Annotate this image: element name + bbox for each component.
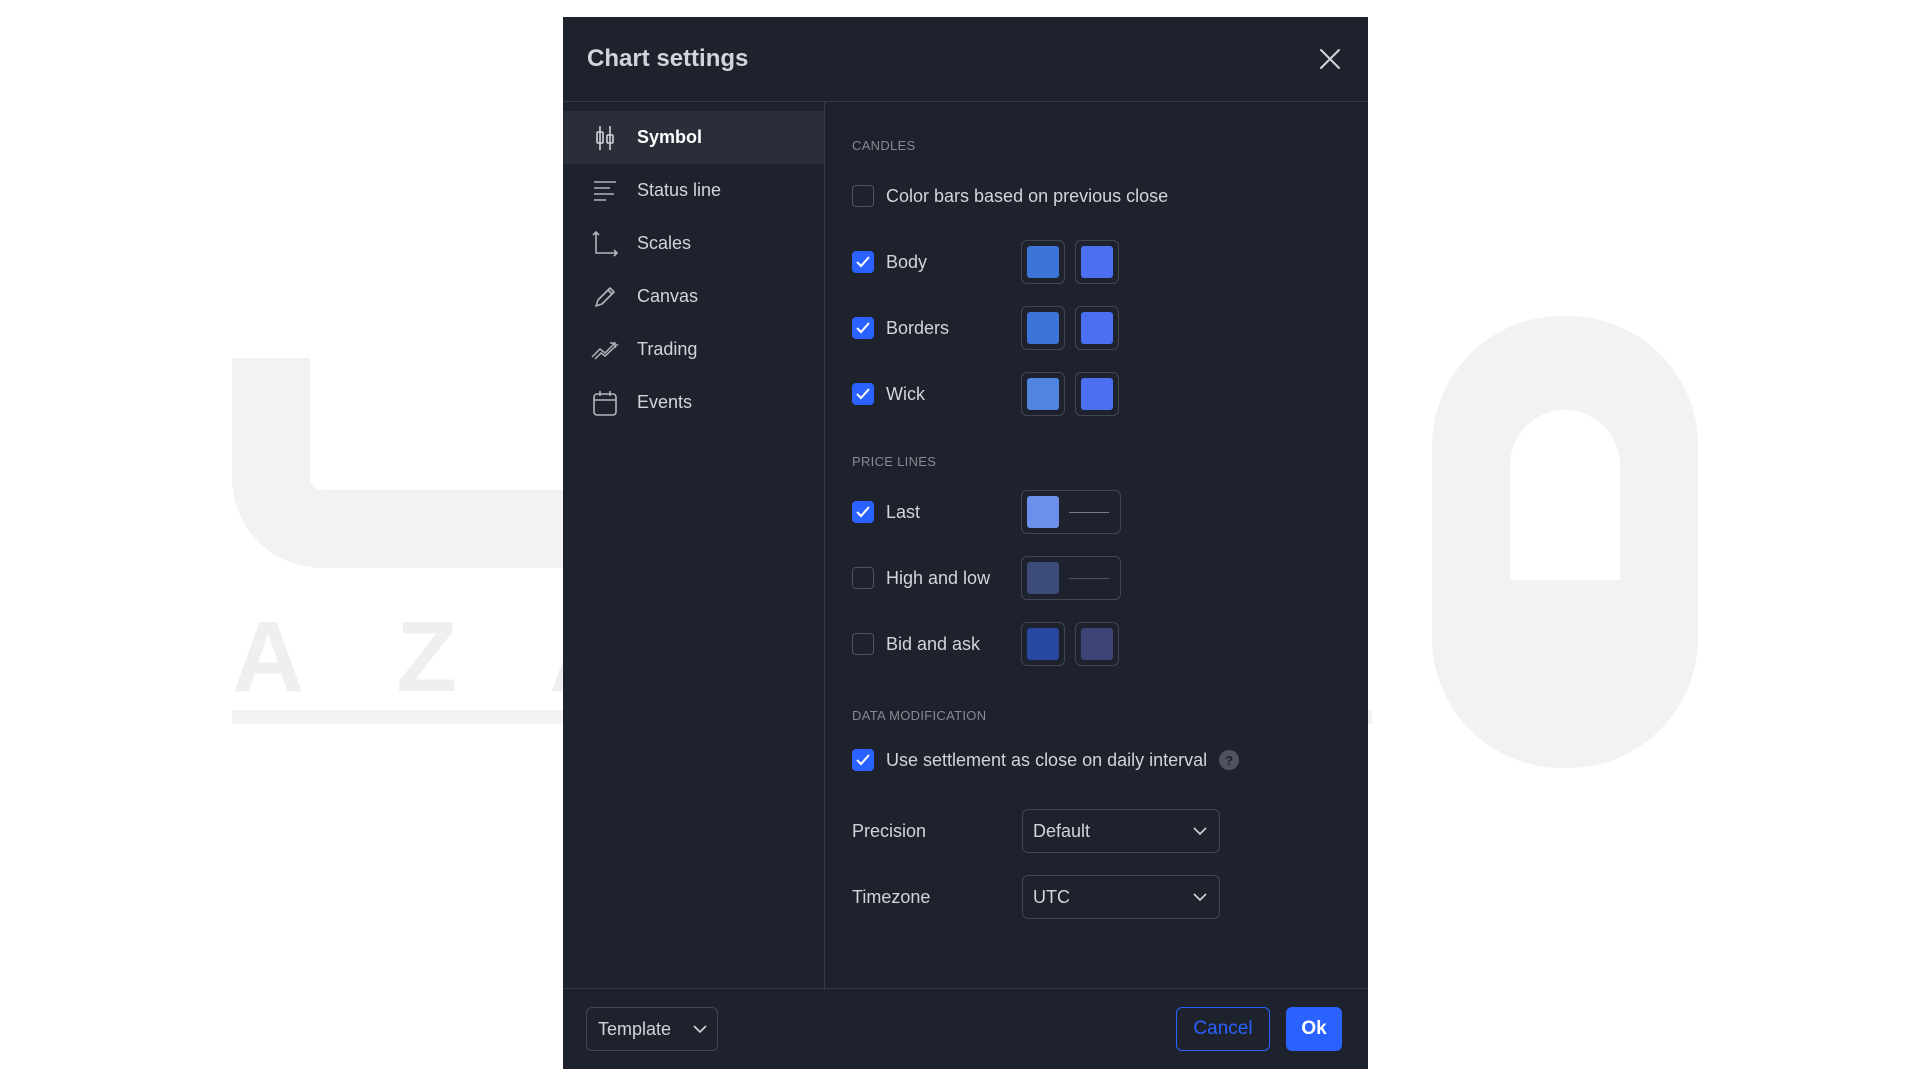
last-row: Last <box>852 490 1368 534</box>
color-swatch <box>1027 312 1059 344</box>
borders-up-color-button[interactable] <box>1021 306 1065 350</box>
template-label: Template <box>598 1018 672 1039</box>
borders-label: Borders <box>886 317 950 338</box>
sidebar-item-label: Trading <box>637 339 698 359</box>
body-down-color-button[interactable] <box>1075 240 1119 284</box>
chevron-down-icon <box>1193 827 1207 835</box>
sidebar-item-label: Scales <box>637 233 692 253</box>
checkmark-icon <box>856 754 870 766</box>
settlement-row: Use settlement as close on daily interva… <box>852 742 1368 778</box>
symbol-settings-panel: CANDLES Color bars based on previous clo… <box>825 102 1368 990</box>
sidebar-item-events[interactable]: Events <box>563 376 824 429</box>
cancel-button[interactable]: Cancel <box>1176 1007 1270 1051</box>
chevron-down-icon <box>1193 893 1207 901</box>
wick-down-color-button[interactable] <box>1075 372 1119 416</box>
color-swatch <box>1081 378 1113 410</box>
last-checkbox[interactable] <box>852 501 874 523</box>
body-row: Body <box>852 240 1368 284</box>
color-swatch <box>1081 312 1113 344</box>
sidebar-item-label: Canvas <box>637 286 699 306</box>
timezone-value: UTC <box>1033 886 1070 907</box>
color-swatch <box>1027 562 1059 594</box>
chevron-down-icon <box>693 1025 707 1033</box>
color-swatch <box>1027 628 1059 660</box>
status-line-icon <box>591 177 619 205</box>
dialog-footer: Template Cancel Ok <box>563 988 1368 1069</box>
bid-ask-row: Bid and ask <box>852 622 1368 666</box>
last-line-style-button[interactable] <box>1021 490 1121 534</box>
sidebar-item-scales[interactable]: Scales <box>563 217 824 270</box>
settlement-checkbox[interactable] <box>852 749 874 771</box>
body-label: Body <box>886 251 928 272</box>
sidebar-item-trading[interactable]: Trading <box>563 323 824 376</box>
checkmark-icon <box>856 388 870 400</box>
line-style-preview <box>1069 577 1109 579</box>
dialog-body: Symbol Status line Scales Canvas Trading… <box>563 102 1368 990</box>
checkmark-icon <box>856 506 870 518</box>
close-icon <box>1320 49 1340 69</box>
sidebar-item-label: Symbol <box>637 127 703 147</box>
high-low-row: High and low <box>852 556 1368 600</box>
color-bars-label: Color bars based on previous close <box>886 185 1169 206</box>
settlement-label: Use settlement as close on daily interva… <box>886 749 1208 770</box>
candlestick-icon <box>591 124 619 152</box>
data-modification-section-title: DATA MODIFICATION <box>852 708 987 723</box>
pencil-icon <box>591 283 619 311</box>
line-style-preview <box>1069 511 1109 513</box>
sidebar-item-label: Events <box>637 392 693 412</box>
chart-settings-dialog: Chart settings Symbol Status line Scales… <box>563 17 1368 1069</box>
bid-ask-label: Bid and ask <box>886 633 981 654</box>
footer-actions: Cancel Ok <box>1176 1007 1342 1051</box>
borders-down-color-button[interactable] <box>1075 306 1119 350</box>
high-low-label: High and low <box>886 567 991 588</box>
wick-label: Wick <box>886 383 925 404</box>
sidebar-item-canvas[interactable]: Canvas <box>563 270 824 323</box>
color-swatch <box>1027 496 1059 528</box>
bid-color-button[interactable] <box>1021 622 1065 666</box>
precision-label: Precision <box>852 820 927 841</box>
color-swatch <box>1027 246 1059 278</box>
sidebar-item-symbol[interactable]: Symbol <box>563 111 824 164</box>
color-swatch <box>1027 378 1059 410</box>
trading-icon <box>591 336 619 364</box>
sidebar-item-label: Status line <box>637 180 722 200</box>
sidebar-item-status-line[interactable]: Status line <box>563 164 824 217</box>
color-bars-row: Color bars based on previous close <box>852 178 1368 214</box>
high-low-line-style-button[interactable] <box>1021 556 1121 600</box>
ask-color-button[interactable] <box>1075 622 1119 666</box>
template-dropdown-button[interactable]: Template <box>586 1007 718 1051</box>
timezone-label: Timezone <box>852 886 931 907</box>
watermark-logo-cutout <box>1510 410 1620 580</box>
ok-button[interactable]: Ok <box>1286 1007 1342 1051</box>
price-lines-section-title: PRICE LINES <box>852 454 937 469</box>
timezone-select[interactable]: UTC <box>1022 875 1220 919</box>
checkmark-icon <box>856 322 870 334</box>
last-label: Last <box>886 501 921 522</box>
borders-checkbox[interactable] <box>852 317 874 339</box>
bid-ask-checkbox[interactable] <box>852 633 874 655</box>
borders-row: Borders <box>852 306 1368 350</box>
precision-row: Precision Default <box>852 808 1368 854</box>
wick-row: Wick <box>852 372 1368 416</box>
color-swatch <box>1081 628 1113 660</box>
body-up-color-button[interactable] <box>1021 240 1065 284</box>
dialog-header: Chart settings <box>563 17 1368 102</box>
help-icon[interactable]: ? <box>1219 750 1240 770</box>
candles-section-title: CANDLES <box>852 138 916 153</box>
timezone-row: Timezone UTC <box>852 874 1368 920</box>
high-low-checkbox[interactable] <box>852 567 874 589</box>
settings-sidebar: Symbol Status line Scales Canvas Trading… <box>563 102 825 990</box>
scales-axis-icon <box>591 230 619 258</box>
calendar-icon <box>591 389 619 417</box>
color-bars-checkbox[interactable] <box>852 185 874 207</box>
wick-checkbox[interactable] <box>852 383 874 405</box>
body-checkbox[interactable] <box>852 251 874 273</box>
wick-up-color-button[interactable] <box>1021 372 1065 416</box>
dialog-title: Chart settings <box>587 45 749 72</box>
color-swatch <box>1081 246 1113 278</box>
precision-value: Default <box>1033 820 1091 841</box>
close-button[interactable] <box>1314 43 1346 75</box>
precision-select[interactable]: Default <box>1022 809 1220 853</box>
checkmark-icon <box>856 256 870 268</box>
